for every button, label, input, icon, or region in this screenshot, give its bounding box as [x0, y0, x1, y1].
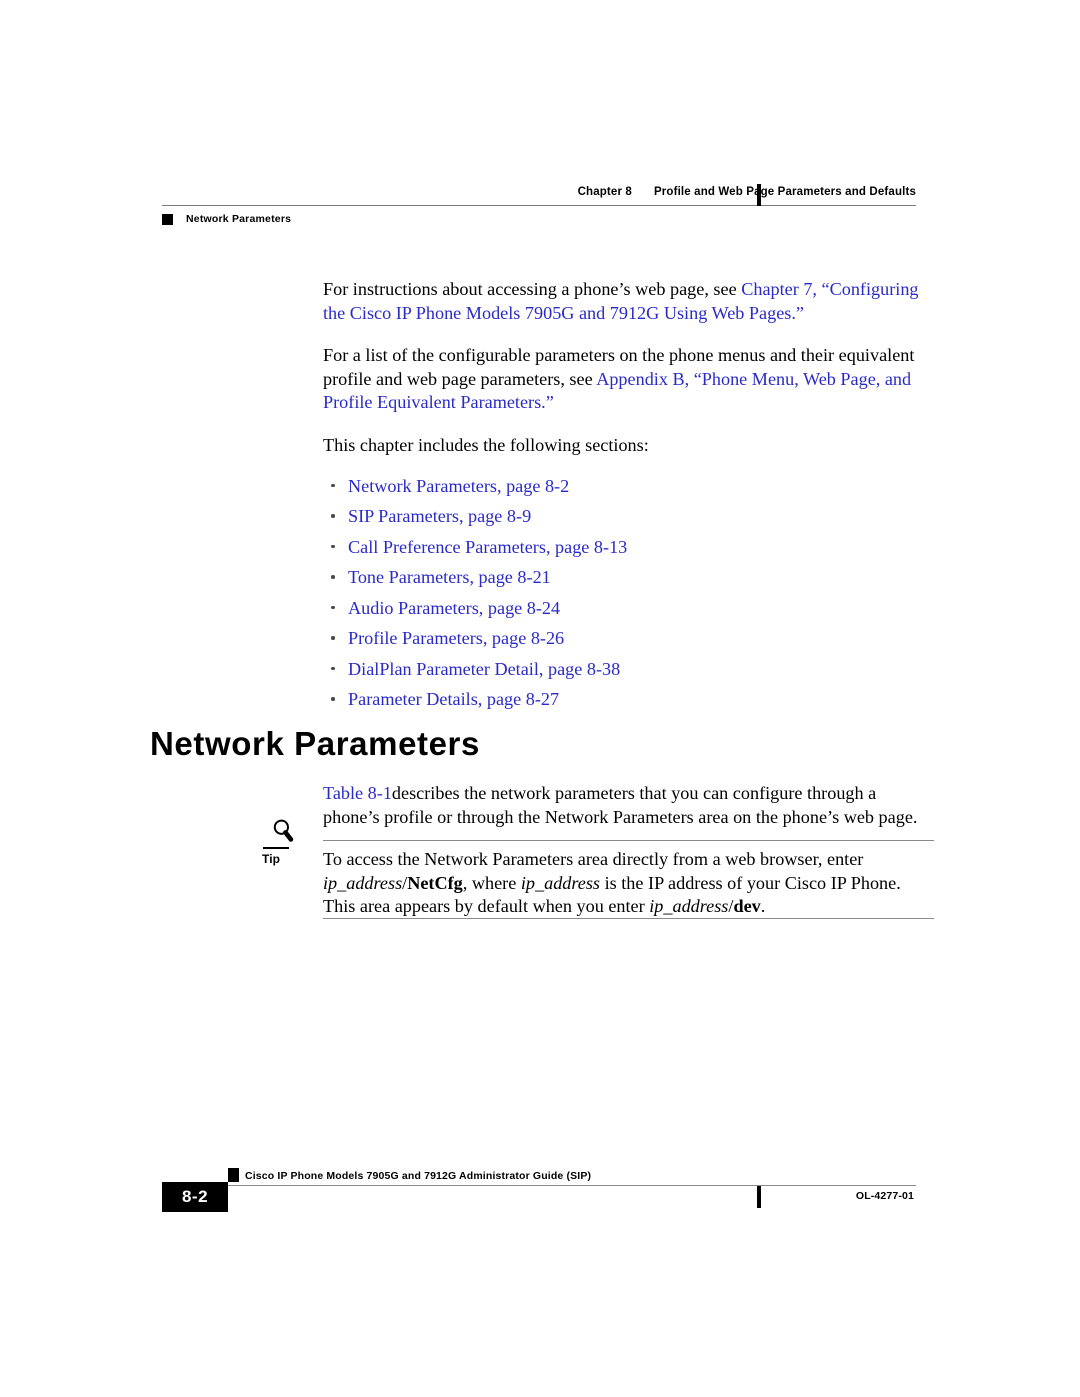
list-item: Profile Parameters, page 8-26 — [323, 627, 933, 649]
footer-rule — [162, 1185, 916, 1186]
bullet-dot-icon — [331, 575, 335, 579]
link-sip-parameters[interactable]: SIP Parameters, page 8-9 — [348, 506, 531, 526]
bullet-dot-icon — [331, 636, 335, 640]
link-profile-parameters[interactable]: Profile Parameters, page 8-26 — [348, 628, 564, 648]
link-network-parameters[interactable]: Network Parameters, page 8-2 — [348, 476, 569, 496]
tip-rule-bottom — [323, 918, 934, 919]
sections-lead-in: This chapter includes the following sect… — [323, 434, 649, 455]
magnifying-glass-icon — [273, 819, 294, 842]
intro-paragraph-1-text: For instructions about accessing a phone… — [323, 279, 742, 299]
page-footer: Cisco IP Phone Models 7905G and 7912G Ad… — [162, 1168, 926, 1220]
tip-text-line1: To access the Network Parameters area di… — [323, 849, 864, 869]
tip-period: . — [760, 896, 766, 917]
tip-label: Tip — [262, 851, 281, 866]
tip-netcfg: NetCfg — [407, 872, 463, 893]
tip-rule-top — [323, 840, 934, 841]
header-end-bar — [757, 184, 761, 206]
bullet-dot-icon — [331, 666, 335, 671]
tip-text: To access the Network Parameters area di… — [323, 849, 901, 917]
section-links-list: Network Parameters, page 8-2 SIP Paramet… — [323, 475, 933, 711]
bullet-dot-icon — [331, 697, 335, 701]
tip-icon-underline — [263, 847, 289, 849]
tip-dev: dev — [733, 896, 761, 917]
footer-guide-title: Cisco IP Phone Models 7905G and 7912G Ad… — [245, 1170, 592, 1182]
header-section-line: Network Parameters — [162, 210, 291, 228]
page-title: Network Parameters — [150, 725, 480, 763]
tip-ip-address-1: ip_address — [323, 872, 403, 893]
list-item: Call Preference Parameters, page 8-13 — [323, 536, 933, 558]
footer-document-id: OL-4277-01 — [855, 1190, 914, 1202]
tip-ip-address-2: ip_address — [520, 872, 601, 893]
bullet-dot-icon — [331, 544, 335, 549]
link-dialplan-parameter-detail[interactable]: DialPlan Parameter Detail, page 8-38 — [348, 659, 620, 679]
section-intro-text: describes the network parameters that yo… — [323, 783, 918, 827]
page-header: Chapter 8 Profile and Web Page Parameters… — [162, 186, 926, 230]
list-item: Audio Parameters, page 8-24 — [323, 597, 933, 619]
header-rule — [162, 205, 916, 206]
link-call-preference-parameters[interactable]: Call Preference Parameters, page 8-13 — [348, 537, 627, 557]
main-content: For instructions about accessing a phone… — [323, 278, 933, 719]
footer-page-number: 8-2 — [162, 1182, 228, 1212]
link-table-8-1[interactable]: Table 8-1 — [323, 783, 392, 803]
link-parameter-details[interactable]: Parameter Details, page 8-27 — [348, 689, 559, 709]
footer-bullet-square-icon — [228, 1168, 239, 1182]
header-chapter-title: Profile and Web Page Parameters and Defa… — [653, 186, 916, 198]
list-item: Parameter Details, page 8-27 — [323, 688, 933, 710]
header-section-label: Network Parameters — [186, 213, 292, 225]
list-item: SIP Parameters, page 8-9 — [323, 505, 933, 527]
tip-text-mid: , where — [462, 872, 521, 893]
link-tone-parameters[interactable]: Tone Parameters, page 8-21 — [348, 567, 551, 587]
header-chapter-number: Chapter 8 — [577, 186, 632, 198]
bullet-dot-icon — [331, 483, 335, 488]
footer-end-bar — [757, 1186, 761, 1208]
bullet-dot-icon — [331, 514, 335, 518]
header-chapter-line: Chapter 8 Profile and Web Page Parameters… — [162, 186, 916, 203]
intro-paragraph-1: For instructions about accessing a phone… — [323, 278, 933, 325]
link-audio-parameters[interactable]: Audio Parameters, page 8-24 — [348, 598, 560, 618]
header-bullet-square-icon — [162, 213, 173, 225]
list-item: Network Parameters, page 8-2 — [323, 475, 933, 497]
list-item: DialPlan Parameter Detail, page 8-38 — [323, 658, 933, 680]
section-intro-paragraph: Table 8-1describes the network parameter… — [323, 782, 937, 829]
bullet-dot-icon — [331, 605, 335, 610]
tip-marker: Tip — [262, 818, 310, 866]
tip-ip-address-3: ip_address — [649, 896, 729, 917]
list-item: Tone Parameters, page 8-21 — [323, 566, 933, 588]
document-page: Chapter 8 Profile and Web Page Parameters… — [0, 0, 1080, 1397]
intro-paragraph-2: For a list of the configurable parameter… — [323, 344, 933, 415]
